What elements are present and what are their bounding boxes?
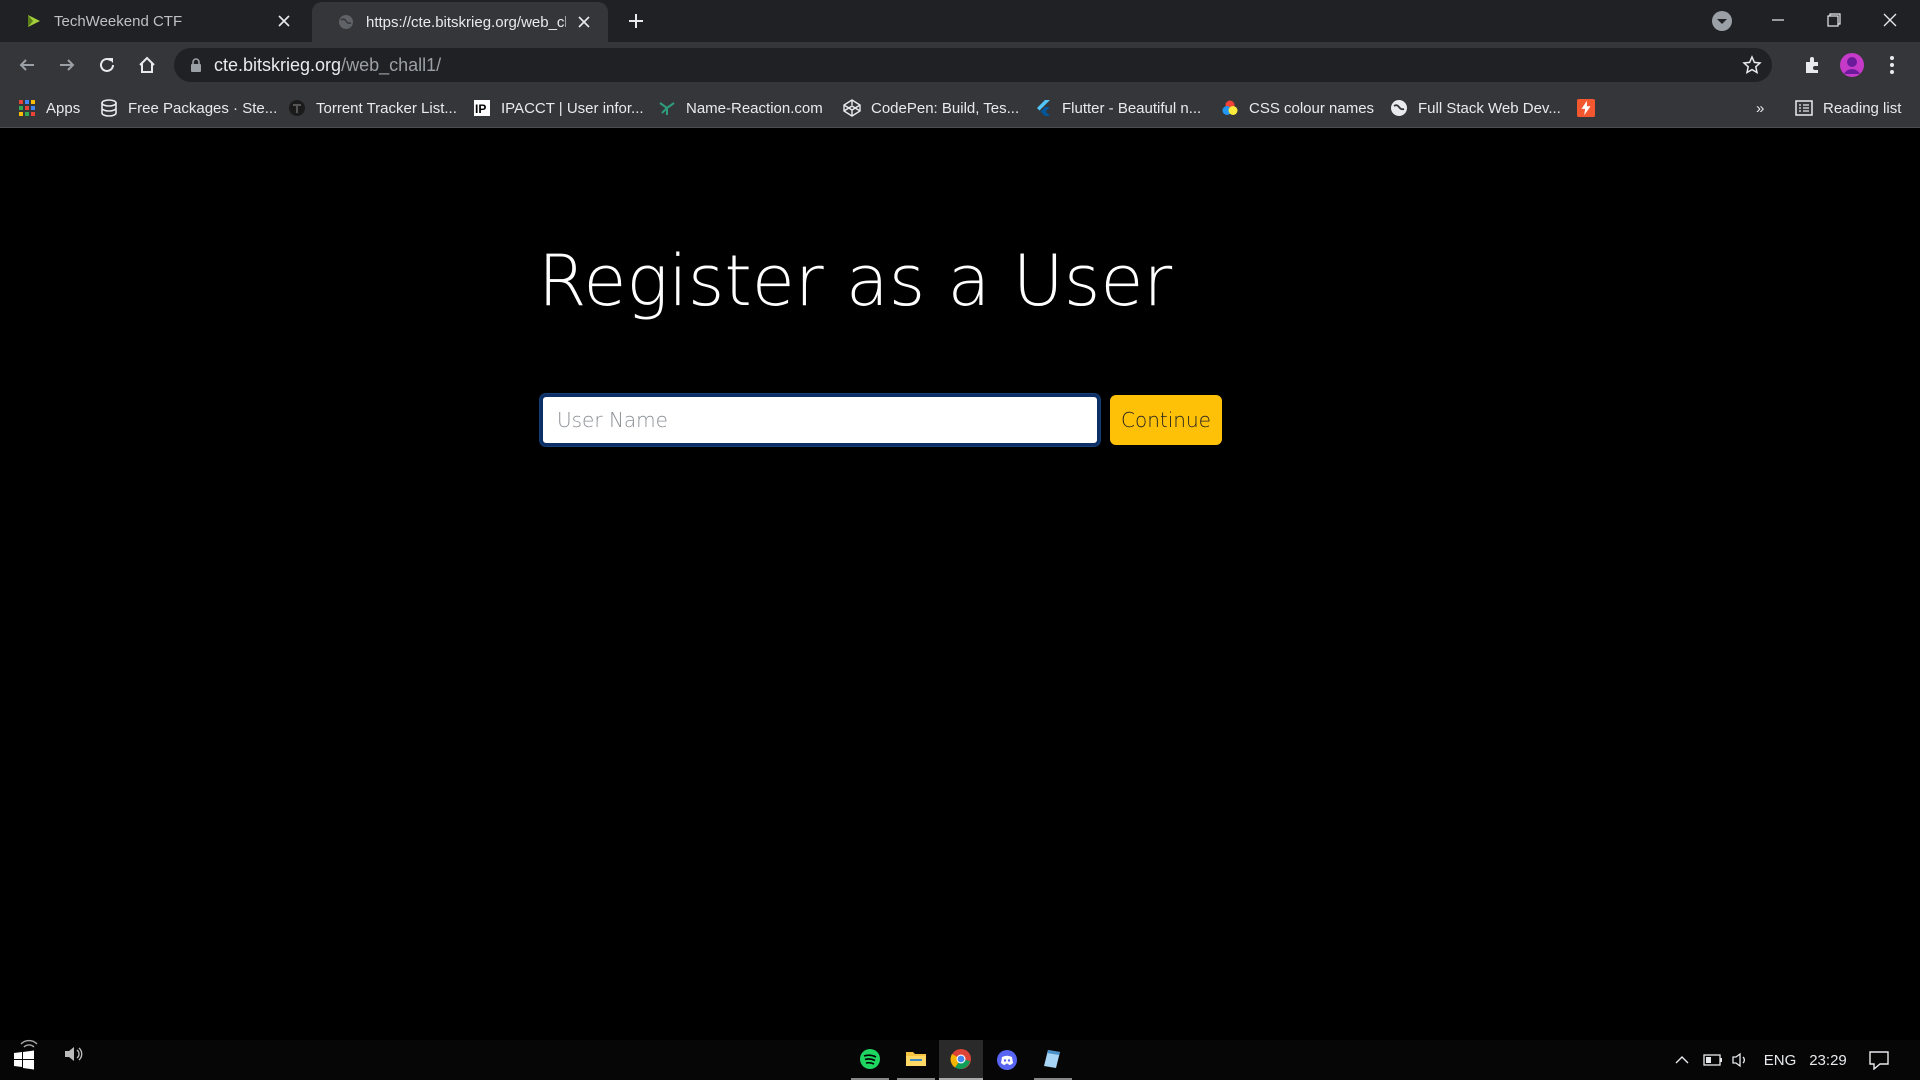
color-wheel-icon — [1221, 99, 1239, 117]
bookmark-label: Free Packages · Ste... — [128, 99, 278, 117]
codepen-icon — [843, 99, 861, 117]
taskbar: ENG 23:29 — [0, 1039, 1920, 1080]
address-bar[interactable]: cte.bitskrieg.org/web_chall1/ — [174, 48, 1772, 82]
bookmark-flutter[interactable]: Flutter - Beautiful n... — [1034, 96, 1201, 120]
torrent-icon — [288, 99, 306, 117]
bookmark-label: Full Stack Web Dev... — [1418, 99, 1561, 117]
more-bookmarks-button[interactable]: » — [1756, 96, 1764, 120]
speaker-icon[interactable] — [1728, 1040, 1754, 1080]
chevron-up-icon[interactable] — [1670, 1040, 1694, 1080]
flutter-icon — [1034, 99, 1052, 117]
chrome-icon[interactable] — [939, 1040, 983, 1080]
lock-icon — [191, 58, 201, 72]
bookmark-torrent-tracker[interactable]: Torrent Tracker List... — [288, 96, 457, 120]
bookmark-flash[interactable] — [1577, 96, 1605, 120]
reload-button[interactable] — [91, 49, 123, 81]
reading-list-button[interactable]: Reading list — [1795, 96, 1901, 120]
bookmark-name-reaction[interactable]: Name-Reaction.com — [658, 96, 823, 120]
bookmark-apps[interactable]: Apps — [18, 96, 80, 120]
volume-icon[interactable] — [58, 1034, 88, 1074]
notepad-icon[interactable] — [1034, 1040, 1072, 1080]
bookmark-label: IPACCT | User infor... — [501, 99, 644, 117]
forward-button[interactable] — [51, 49, 83, 81]
username-input[interactable] — [540, 394, 1100, 446]
tab-techweekend-ctf[interactable]: TechWeekend CTF — [0, 0, 308, 42]
tab-strip: TechWeekend CTF https://cte.bitskrieg.or… — [0, 0, 1920, 42]
flash-icon — [1577, 99, 1595, 117]
tab-search-icon[interactable] — [1710, 9, 1734, 33]
profile-avatar[interactable] — [1836, 49, 1868, 81]
minimize-button[interactable] — [1750, 0, 1806, 40]
url-path: /web_chall1/ — [341, 54, 442, 75]
close-window-button[interactable] — [1862, 0, 1918, 40]
bookmark-ipacct[interactable]: IP IPACCT | User infor... — [473, 96, 644, 120]
bookmark-label: CodePen: Build, Tes... — [871, 99, 1020, 117]
bookmark-codepen[interactable]: CodePen: Build, Tes... — [843, 96, 1019, 120]
language-indicator[interactable]: ENG — [1760, 1040, 1800, 1080]
new-tab-button[interactable] — [622, 7, 650, 35]
clock[interactable]: 23:29 — [1806, 1040, 1850, 1080]
svg-text:IP: IP — [475, 102, 486, 116]
molecule-icon — [658, 99, 676, 117]
apps-grid-icon — [18, 99, 36, 117]
page-title: Register as a User — [537, 240, 1173, 322]
browser-toolbar: cte.bitskrieg.org/web_chall1/ — [0, 42, 1920, 88]
bookmark-star-icon[interactable] — [1742, 55, 1762, 80]
wifi-icon[interactable] — [14, 1036, 44, 1056]
bookmark-full-stack[interactable]: Full Stack Web Dev... — [1390, 96, 1561, 120]
reading-list-label: Reading list — [1823, 99, 1902, 117]
close-tab-icon[interactable] — [274, 11, 294, 31]
bookmark-label: Flutter - Beautiful n... — [1062, 99, 1202, 117]
back-button[interactable] — [11, 49, 43, 81]
globe-icon — [1390, 99, 1408, 117]
battery-icon[interactable] — [1700, 1040, 1726, 1080]
bookmark-label: CSS colour names — [1249, 99, 1375, 117]
bookmark-free-packages[interactable]: Free Packages · Ste... — [100, 96, 277, 120]
home-button[interactable] — [131, 49, 163, 81]
file-explorer-icon[interactable] — [897, 1040, 935, 1080]
page-content: Register as a User Continue — [0, 128, 1920, 1040]
ipacct-icon: IP — [473, 99, 491, 117]
bookmark-label: Torrent Tracker List... — [316, 99, 457, 117]
tab-title: https://cte.bitskrieg.org/web_cha — [366, 13, 566, 31]
notifications-icon[interactable] — [1862, 1040, 1896, 1080]
globe-favicon-icon — [339, 15, 353, 29]
bookmark-label: Apps — [46, 99, 81, 117]
url-host: cte.bitskrieg.org — [214, 54, 342, 75]
database-icon — [100, 99, 118, 117]
spotify-icon[interactable] — [851, 1040, 889, 1080]
bookmark-css-colour-names[interactable]: CSS colour names — [1221, 96, 1374, 120]
more-bookmarks-label: » — [1756, 99, 1765, 117]
browser-menu-icon[interactable] — [1876, 49, 1908, 81]
ctf-favicon-icon — [28, 15, 40, 27]
extensions-icon[interactable] — [1796, 49, 1828, 81]
discord-icon[interactable] — [988, 1040, 1026, 1080]
tab-title: TechWeekend CTF — [54, 12, 183, 30]
close-tab-icon[interactable] — [574, 12, 594, 32]
tab-web-chall1[interactable]: https://cte.bitskrieg.org/web_cha — [312, 2, 608, 42]
continue-button[interactable]: Continue — [1110, 395, 1222, 445]
bookmark-label: Name-Reaction.com — [686, 99, 823, 117]
reading-list-icon — [1795, 99, 1813, 117]
restore-button[interactable] — [1806, 0, 1862, 40]
bookmarks-bar: Apps Free Packages · Ste... Torrent Trac… — [0, 88, 1920, 128]
